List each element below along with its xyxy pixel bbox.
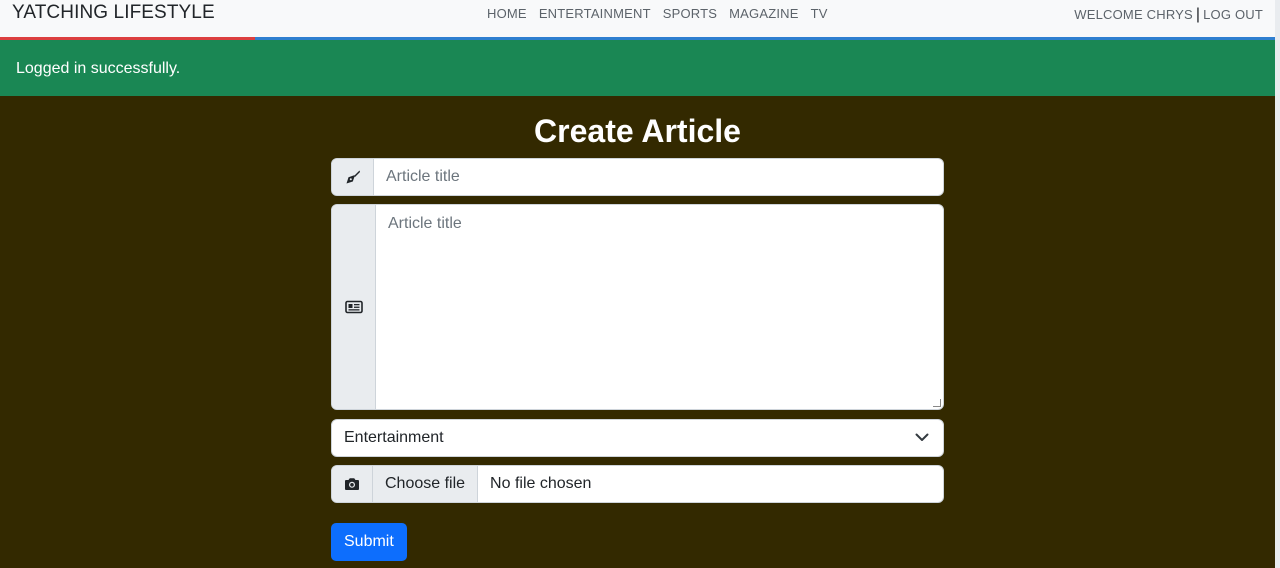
alert-message: Logged in successfully. [16, 60, 181, 77]
file-status-text: No file chosen [490, 475, 592, 492]
logout-link[interactable]: LOG OUT [1203, 7, 1263, 22]
nav-link-magazine[interactable]: MAGAZINE [729, 6, 799, 21]
nav-link-entertainment[interactable]: ENTERTAINMENT [539, 6, 651, 21]
category-select[interactable]: Entertainment [331, 419, 944, 457]
title-input-group: Article title [331, 158, 944, 196]
category-selected-value: Entertainment [344, 429, 444, 446]
create-article-form: Article title Article title Entertainmen… [331, 158, 944, 561]
choose-file-button[interactable]: Choose file [373, 466, 479, 502]
camera-icon [332, 466, 373, 502]
nav-separator: | [1195, 6, 1201, 23]
chevron-down-icon [915, 429, 929, 447]
nav-link-home[interactable]: HOME [487, 6, 527, 21]
newspaper-icon [332, 205, 376, 409]
page-title: Create Article [534, 113, 741, 149]
body-input-group: Article title [331, 204, 944, 410]
brand-logo[interactable]: YATCHING LIFESTYLE [12, 2, 215, 24]
article-title-input[interactable]: Article title [374, 159, 943, 195]
textarea-resize-handle[interactable] [933, 399, 941, 407]
article-body-textarea[interactable]: Article title [376, 205, 943, 409]
welcome-user-link[interactable]: WELCOME CHRYS [1074, 7, 1193, 22]
nav-link-sports[interactable]: SPORTS [663, 6, 717, 21]
nav-link-tv[interactable]: TV [811, 6, 828, 21]
pen-nib-icon [332, 159, 374, 195]
submit-button[interactable]: Submit [331, 523, 407, 561]
success-alert: Logged in successfully. [0, 40, 1275, 96]
main-nav: HOME ENTERTAINMENT SPORTS MAGAZINE TV [487, 6, 840, 21]
user-menu: WELCOME CHRYS | LOG OUT [1074, 6, 1263, 24]
navbar: YATCHING LIFESTYLE HOME ENTERTAINMENT SP… [0, 0, 1275, 38]
image-input-group: Choose file No file chosen [331, 465, 944, 503]
page-scrollbar[interactable] [1275, 0, 1280, 568]
